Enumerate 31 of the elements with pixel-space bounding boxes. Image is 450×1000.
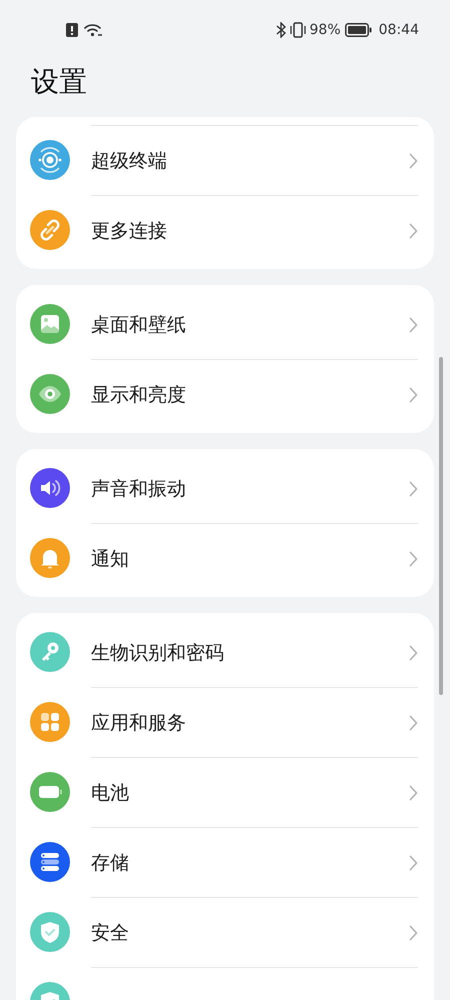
- settings-item-label[interactable]: 通知: [91, 546, 129, 572]
- settings-item-label[interactable]: 生物识别和密码: [91, 640, 224, 666]
- chevron-icon: [409, 550, 418, 566]
- battery-icon: [344, 23, 372, 37]
- settings-item-label[interactable]: 安全: [91, 920, 129, 946]
- settings-item-label[interactable]: 更多连接: [91, 218, 167, 244]
- chevron-icon: [409, 386, 418, 402]
- settings-item-label[interactable]: 存储: [91, 850, 129, 876]
- vibrate-icon: [290, 22, 306, 38]
- chevron-icon: [409, 714, 418, 730]
- alert-icon: [66, 23, 78, 37]
- settings-item-label[interactable]: 显示和亮度: [91, 382, 186, 408]
- chevron-icon: [409, 854, 418, 870]
- chevron-icon: [409, 784, 418, 800]
- clock-time: 08:44: [378, 22, 419, 38]
- chevron-icon: [409, 644, 418, 660]
- settings-item-label[interactable]: 桌面和壁纸: [91, 312, 186, 338]
- chevron-icon: [409, 222, 418, 238]
- chevron-icon: [409, 480, 418, 496]
- settings-item-label[interactable]: 声音和振动: [91, 476, 186, 502]
- wifi-icon: [84, 23, 102, 37]
- settings-item-label[interactable]: 应用和服务: [91, 710, 186, 736]
- page-title: 设置: [31, 64, 87, 100]
- scroll-bar[interactable]: [439, 357, 443, 695]
- chevron-icon: [409, 316, 418, 332]
- battery-percent: 98%: [310, 22, 341, 38]
- settings-item-label[interactable]: 超级终端: [91, 148, 167, 174]
- chevron-icon: [409, 152, 418, 168]
- settings-item-label[interactable]: 电池: [91, 780, 129, 806]
- chevron-icon: [409, 924, 418, 940]
- bluetooth-icon: [276, 22, 286, 38]
